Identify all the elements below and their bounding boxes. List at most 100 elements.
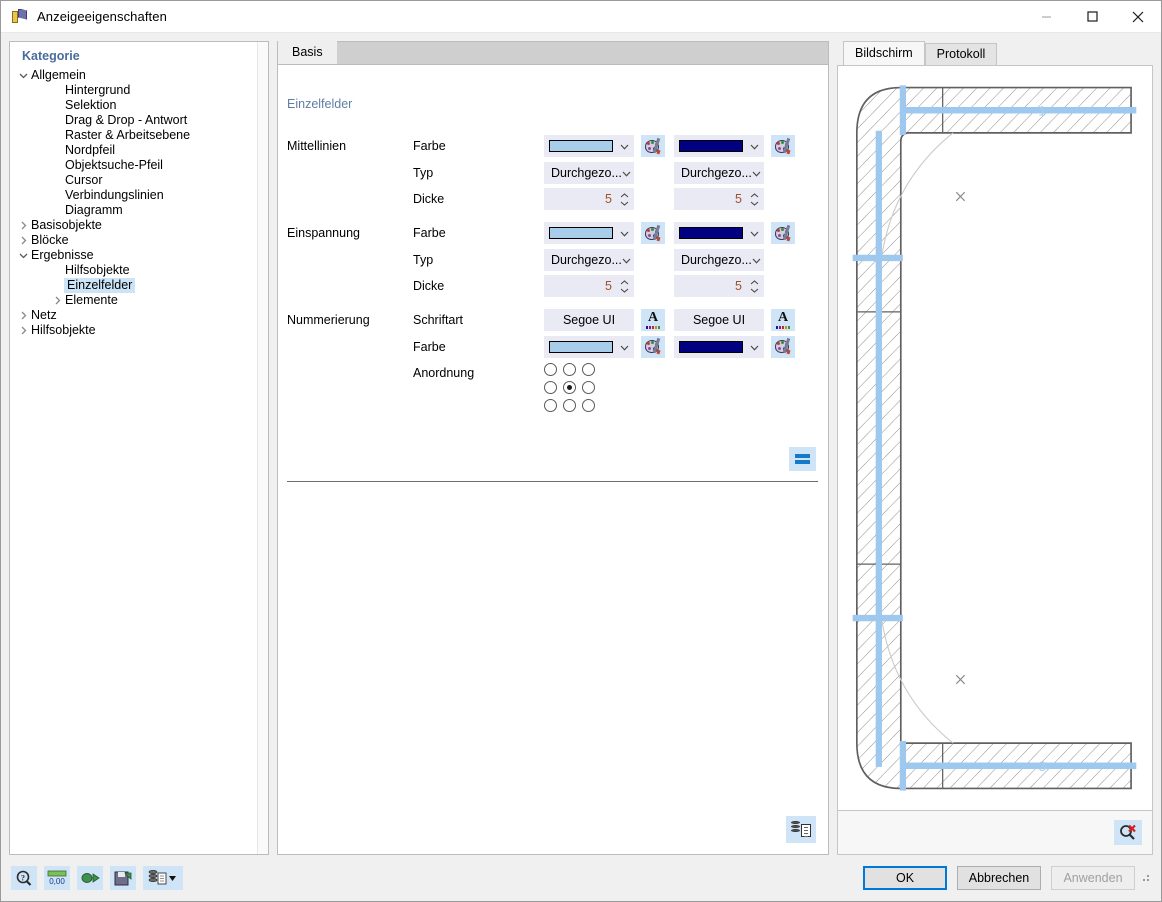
- color-picker-button-bildschirm[interactable]: [641, 222, 665, 244]
- sidebar-item-einzelfelder[interactable]: Einzelfelder: [10, 278, 268, 293]
- palette-icon: [774, 137, 792, 154]
- database-dropdown-button[interactable]: [143, 866, 183, 890]
- decimals-button[interactable]: 0,00: [44, 866, 70, 890]
- close-button[interactable]: [1115, 1, 1161, 33]
- category-tree[interactable]: Allgemein Hintergrund Selektion Drag & Drop…: [10, 68, 268, 338]
- chevron-right-icon[interactable]: [50, 293, 64, 308]
- thickness-spinner-protokoll[interactable]: 5: [674, 275, 764, 297]
- ok-button[interactable]: OK: [863, 866, 947, 890]
- preview-tab-protokoll[interactable]: Protokoll: [924, 43, 998, 65]
- color-picker-button-protokoll[interactable]: [771, 335, 795, 358]
- maximize-button[interactable]: [1069, 1, 1115, 33]
- chevron-down-icon[interactable]: [16, 68, 30, 83]
- sidebar-item-raster-arbeitsebene[interactable]: Raster & Arbeitsebene: [10, 128, 268, 143]
- import-button[interactable]: [77, 866, 103, 890]
- svg-text:?: ?: [21, 873, 25, 882]
- zoom-reset-icon: [1120, 824, 1136, 840]
- abbrechen-button[interactable]: Abbrechen: [957, 866, 1041, 890]
- radio-position-0[interactable]: [544, 363, 557, 376]
- minimize-button[interactable]: [1023, 1, 1069, 33]
- spinner-arrows[interactable]: [749, 192, 760, 206]
- chevron-right-icon[interactable]: [16, 233, 30, 248]
- palette-icon: [644, 137, 662, 154]
- field-label: Typ: [413, 165, 434, 180]
- color-combo-protokoll[interactable]: [674, 335, 764, 358]
- radio-position-5[interactable]: [582, 381, 595, 394]
- sidebar-item-basisobjekte[interactable]: Basisobjekte: [10, 218, 268, 233]
- sidebar-item-label: Verbindungslinien: [65, 188, 164, 202]
- sidebar-item-hilfsobjekte[interactable]: Hilfsobjekte: [10, 323, 268, 338]
- chevron-right-icon[interactable]: [16, 308, 30, 323]
- color-combo-bildschirm[interactable]: [544, 135, 634, 157]
- thickness-spinner-bildschirm[interactable]: 5: [544, 275, 634, 297]
- font-color-button-protokoll[interactable]: A: [771, 309, 795, 331]
- save-settings-button[interactable]: [110, 866, 136, 890]
- font-color-button-bildschirm[interactable]: A: [641, 309, 665, 331]
- color-picker-button-protokoll[interactable]: [771, 222, 795, 244]
- spinner-arrows[interactable]: [749, 279, 760, 293]
- chevron-down-icon: [620, 139, 629, 153]
- radio-position-4[interactable]: [563, 381, 576, 394]
- radio-position-1[interactable]: [563, 363, 576, 376]
- spinner-arrows[interactable]: [619, 192, 630, 206]
- sidebar-item-elemente[interactable]: Elemente: [10, 293, 268, 308]
- color-picker-button-bildschirm[interactable]: [641, 335, 665, 358]
- sidebar-item-selektion[interactable]: Selektion: [10, 98, 268, 113]
- help-search-button[interactable]: ?: [11, 866, 37, 890]
- sidebar-item-label: Objektsuche-Pfeil: [65, 158, 163, 172]
- font-a-icon: A: [775, 310, 791, 329]
- sidebar-item-netz[interactable]: Netz: [10, 308, 268, 323]
- radio-position-2[interactable]: [582, 363, 595, 376]
- color-combo-bildschirm[interactable]: [544, 335, 634, 358]
- export-button[interactable]: [786, 816, 816, 843]
- anordnung-radio-grid[interactable]: [544, 363, 601, 412]
- radio-position-3[interactable]: [544, 381, 557, 394]
- preview-tabstrip: Bildschirm Protokoll: [837, 41, 1153, 65]
- window-controls: [1023, 1, 1161, 33]
- sidebar-item-ergebnisse[interactable]: Ergebnisse: [10, 248, 268, 263]
- field-label: Farbe: [413, 339, 446, 354]
- align-button[interactable]: [789, 447, 816, 471]
- color-combo-protokoll[interactable]: [674, 222, 764, 244]
- preview-panel: Bildschirm Protokoll 1 3: [837, 41, 1153, 855]
- color-combo-protokoll[interactable]: [674, 135, 764, 157]
- preview-canvas[interactable]: 1 3: [837, 65, 1153, 811]
- sidebar-item-nordpfeil[interactable]: Nordpfeil: [10, 143, 268, 158]
- spinner-value: 5: [735, 192, 742, 206]
- color-picker-button-protokoll[interactable]: [771, 135, 795, 157]
- sidebar-item-objektsuche-pfeil[interactable]: Objektsuche-Pfeil: [10, 158, 268, 173]
- font-name: Segoe UI: [562, 313, 616, 327]
- radio-position-6[interactable]: [544, 399, 557, 412]
- spinner-arrows[interactable]: [619, 279, 630, 293]
- sidebar-item-cursor[interactable]: Cursor: [10, 173, 268, 188]
- font-button-protokoll[interactable]: Segoe UI: [674, 309, 764, 331]
- sidebar-item-bl-cke[interactable]: Blöcke: [10, 233, 268, 248]
- tab-basis[interactable]: Basis: [278, 41, 337, 64]
- radio-position-7[interactable]: [563, 399, 576, 412]
- chevron-right-icon[interactable]: [16, 323, 30, 338]
- resize-grip[interactable]: [1141, 873, 1151, 883]
- color-combo-bildschirm[interactable]: [544, 222, 634, 244]
- thickness-spinner-protokoll[interactable]: 5: [674, 188, 764, 210]
- sidebar-item-drag-drop-antwort[interactable]: Drag & Drop - Antwort: [10, 113, 268, 128]
- color-picker-button-bildschirm[interactable]: [641, 135, 665, 157]
- type-combo-bildschirm[interactable]: Durchgezo...: [544, 248, 634, 271]
- thickness-spinner-bildschirm[interactable]: 5: [544, 188, 634, 210]
- chevron-right-icon[interactable]: [16, 218, 30, 233]
- type-combo-protokoll[interactable]: Durchgezo...: [674, 161, 764, 184]
- color-swatch: [679, 140, 743, 152]
- radio-position-8[interactable]: [582, 399, 595, 412]
- sidebar-item-hintergrund[interactable]: Hintergrund: [10, 83, 268, 98]
- sidebar-item-verbindungslinien[interactable]: Verbindungslinien: [10, 188, 268, 203]
- type-combo-protokoll[interactable]: Durchgezo...: [674, 248, 764, 271]
- chevron-down-icon[interactable]: [16, 248, 30, 263]
- sidebar-item-diagramm[interactable]: Diagramm: [10, 203, 268, 218]
- sidebar-item-hilfsobjekte[interactable]: Hilfsobjekte: [10, 263, 268, 278]
- preview-tab-bildschirm[interactable]: Bildschirm: [843, 41, 925, 65]
- sidebar-item-allgemein[interactable]: Allgemein: [10, 68, 268, 83]
- chevron-down-icon: [622, 253, 631, 267]
- type-combo-bildschirm[interactable]: Durchgezo...: [544, 161, 634, 184]
- font-button-bildschirm[interactable]: Segoe UI: [544, 309, 634, 331]
- zoom-reset-button[interactable]: [1114, 820, 1142, 845]
- sidebar-scrollbar[interactable]: [257, 42, 268, 854]
